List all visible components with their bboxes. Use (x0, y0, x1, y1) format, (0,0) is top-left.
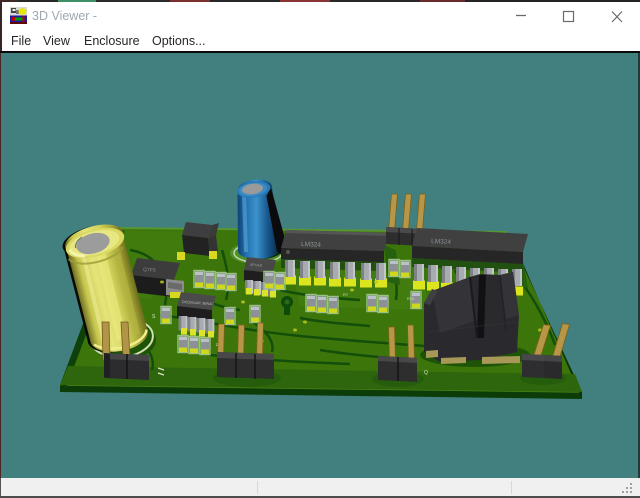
svg-text:LM324: LM324 (431, 238, 452, 246)
svg-text:LM324: LM324 (301, 241, 321, 249)
svg-text:Q7F5: Q7F5 (143, 267, 156, 274)
svg-text:Q: Q (424, 370, 428, 376)
svg-text:R7: R7 (343, 292, 349, 297)
svg-text:R10: R10 (407, 296, 415, 301)
svg-text:4Px4JI: 4Px4JI (250, 262, 263, 268)
